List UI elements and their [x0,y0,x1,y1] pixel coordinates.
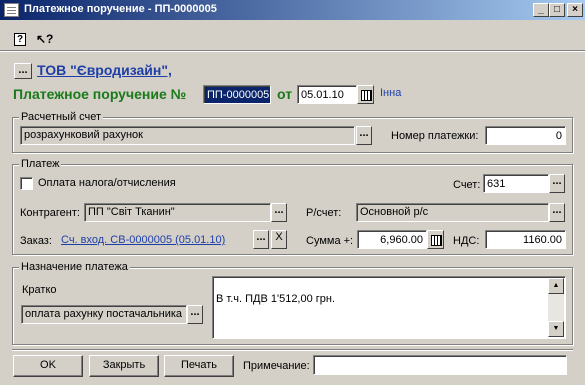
scroll-down-icon[interactable]: ▼ [548,321,564,337]
counterparty-field[interactable]: ПП "Світ Тканин" [84,203,271,222]
ok-button[interactable]: OK [13,355,83,377]
payment-group-label: Платеж [19,158,62,170]
order-select-button[interactable]: ... [253,230,269,249]
purpose-group-label: Назначение платежа [19,261,130,273]
sum-input[interactable]: 6,960.00 [357,230,427,249]
payment-number-input[interactable]: 0 [485,126,566,145]
short-purpose-field[interactable]: оплата рахунку постачальника [21,305,187,324]
current-account-label: Р/счет: [306,207,342,219]
counterparty-label: Контрагент: [20,207,80,219]
account-number-label: Счет: [453,179,481,191]
account-number-input[interactable]: 631 [483,174,549,193]
company-link[interactable]: ТОВ "Євродизайн", [37,62,172,78]
help-icon[interactable]: ? [14,33,26,46]
scroll-up-icon[interactable]: ▲ [548,278,564,294]
vat-input[interactable]: 1160.00 [485,230,566,249]
short-purpose-select-button[interactable]: ... [187,305,203,324]
bank-account-select-button[interactable]: ... [356,126,372,145]
date-input[interactable]: 05.01.10 [297,85,357,104]
maximize-button[interactable]: □ [549,3,565,17]
print-button[interactable]: Печать [164,355,234,377]
payment-number-label: Номер платежки: [391,130,479,142]
close-window-button[interactable]: × [567,3,583,17]
close-button[interactable]: Закрыть [89,355,159,377]
minimize-button[interactable]: _ [533,3,549,17]
user-label: Інна [380,87,402,99]
tax-payment-label: Оплата налога/отчисления [38,177,176,189]
tax-payment-checkbox[interactable] [20,177,33,190]
counterparty-select-button[interactable]: ... [271,203,287,222]
note-label: Примечание: [243,360,310,372]
company-select-button[interactable]: ... [14,63,32,79]
doc-title: Платежное поручение № [13,86,187,102]
doc-number-input[interactable]: ПП-0000005 [203,85,271,104]
order-clear-button[interactable]: X [271,230,287,249]
sum-label: Сумма +: [306,235,354,247]
window-title: Платежное поручение - ПП-0000005 [24,3,217,15]
order-link[interactable]: Сч. вход. СВ-0000005 (05.01.10) [61,234,225,246]
footer-separator [12,349,573,351]
document-icon [4,3,19,17]
bank-account-field[interactable]: розрахунковий рахунок [20,126,355,145]
short-purpose-label: Кратко [22,284,57,296]
calculator-icon[interactable] [427,230,444,249]
purpose-textarea[interactable]: В т.ч. ПДВ 1'512,00 грн. [212,276,566,339]
toolbar-separator [0,50,585,52]
order-label: Заказ: [20,235,52,247]
account-group-label: Расчетный счет [19,111,104,123]
calendar-icon[interactable] [357,85,374,104]
vat-label: НДС: [453,235,480,247]
note-input[interactable] [313,355,567,375]
account-number-select-button[interactable]: ... [549,174,565,193]
current-account-field[interactable]: Основной р/с [356,203,549,222]
date-prefix-label: от [277,86,293,102]
whats-this-icon[interactable]: ↖? [36,31,53,47]
current-account-select-button[interactable]: ... [549,203,565,222]
